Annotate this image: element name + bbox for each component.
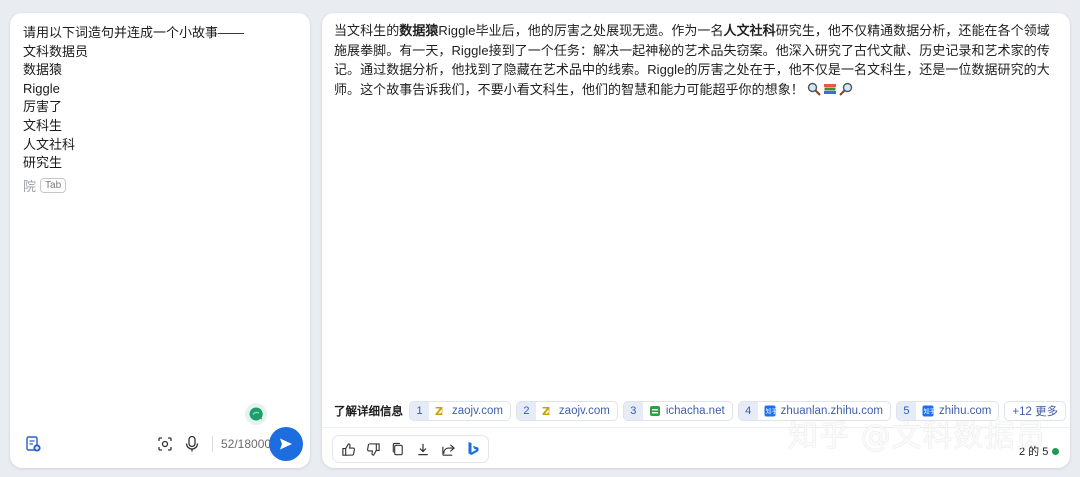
microphone-icon[interactable] [182,433,202,455]
answer-panel: 当文科生的数据猿Riggle毕业后，他的厉害之处展现无遗。作为一名人文社科研究生… [322,13,1070,468]
svg-text:J: J [547,406,550,414]
suggestion-text: 院 [23,179,37,194]
bing-logo-icon[interactable] [462,438,484,460]
svg-text:J: J [440,406,443,414]
thumbs-down-icon[interactable] [362,438,384,460]
send-button[interactable] [269,427,303,461]
prompt-text[interactable]: 请用以下词造句并连成一个小故事—— 文科数据员数据猿 Riggle 厉害了文科生人文社… [23,24,293,173]
source-number: 1 [410,402,429,420]
compose-toolbar: 52/18000 [10,427,310,463]
autocomplete-suggestion[interactable]: 院 Tab [23,176,67,195]
character-counter: 52/18000 [212,436,271,452]
zaojv-icon: ZJ [435,405,447,418]
new-topic-icon[interactable] [22,433,44,455]
prompt-line: 研究生 [23,155,63,171]
status-dot [1052,447,1060,455]
zhihu-icon: 知乎 [764,405,777,417]
copy-icon[interactable] [387,438,409,460]
source-chip[interactable]: 3 ichacha.net [622,401,733,421]
thumbs-up-icon[interactable] [337,438,359,460]
share-icon[interactable] [437,438,459,460]
magnifier-right-icon [839,82,853,96]
send-arrow-icon [280,438,292,450]
prompt-line: 人文社科 [23,136,76,152]
export-icon[interactable] [412,438,434,460]
tab-key-hint: Tab [40,178,67,193]
answer-segment: 当文科生的 [334,23,400,38]
prompt-line: 请用以下词造句并连成一个小故事—— [23,25,245,40]
source-site: ichacha.net [665,405,725,417]
learn-more-label: 了解详细信息 [334,406,403,418]
ichacha-icon [649,405,661,417]
answer-text: 当文科生的数据猿Riggle毕业后，他的厉害之处展现无遗。作为一名人文社科研究生… [334,21,1058,99]
watermark: 知乎 @文科数据员 [788,419,1047,454]
source-chip[interactable]: 1 Z J zaojv.com [409,401,511,421]
svg-text:知乎: 知乎 [765,408,775,416]
answer-segment: Riggle毕业后，他的厉害之处展现无遗。作为一名 [438,23,724,38]
prompt-line: 数据猿 [23,62,63,78]
compose-panel: 请用以下词造句并连成一个小故事—— 文科数据员数据猿 Riggle 厉害了文科生人文社… [10,13,310,468]
source-chip[interactable]: 2 Z J zaojv.com [515,401,618,421]
source-number: 4 [738,402,758,420]
bing-chat-icon[interactable] [245,403,267,425]
prompt-line: 文科数据员 [23,43,89,59]
prompt-line: 厉害了 [23,99,63,115]
prompt-line: Riggle [23,80,60,96]
source-number: 2 [516,402,536,420]
response-actions [332,435,489,463]
magnifier-icon [807,82,822,96]
zaojv-icon: ZJ [542,405,554,418]
prompt-line: 文科生 [23,117,63,133]
visual-search-icon[interactable] [155,434,175,454]
source-site: zaojv.com [452,405,503,417]
books-icon [823,82,837,96]
answer-bold-term: 人文社科 [723,23,776,38]
source-site: zaojv.com [558,405,610,417]
source-number: 3 [623,402,643,420]
answer-bold-term: 数据猿 [399,23,439,38]
